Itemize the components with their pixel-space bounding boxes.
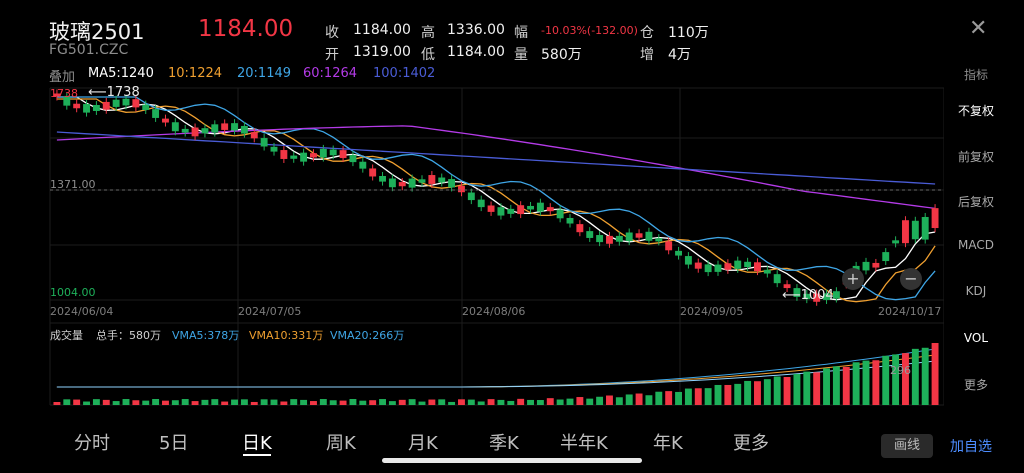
- tab-quarter-k[interactable]: 季K: [489, 429, 519, 455]
- chart-grid: [49, 87, 944, 406]
- vma20-label: VMA20:266万: [330, 329, 405, 342]
- high-marker-value: 1738: [106, 85, 140, 100]
- zoom-out-button[interactable]: −: [900, 268, 922, 290]
- svg-text:−: −: [904, 269, 917, 288]
- low-marker-label: ⟵1004: [782, 288, 834, 303]
- svg-text:+: +: [846, 269, 859, 288]
- active-tab-indicator: [243, 454, 271, 456]
- side-more[interactable]: 更多: [936, 376, 1016, 393]
- volume-marker: 296: [890, 364, 911, 377]
- tab-month-k[interactable]: 月K: [408, 429, 438, 455]
- volume-total: 总手：580万: [96, 329, 161, 342]
- tab-intraday[interactable]: 分时: [74, 429, 110, 455]
- side-forward-adjust[interactable]: 前复权: [936, 148, 1016, 165]
- zoom-in-button[interactable]: +: [842, 268, 864, 290]
- low-price-label: 1004.00: [50, 286, 96, 299]
- side-kdj[interactable]: KDJ: [936, 284, 1016, 298]
- date-label-3: 2024/09/05: [680, 305, 744, 318]
- tab-5day[interactable]: 5日: [159, 429, 188, 455]
- tab-day-k[interactable]: 日K: [242, 429, 272, 455]
- date-label-1: 2024/07/05: [238, 305, 302, 318]
- ref-price-label: 1371.00: [50, 178, 96, 191]
- chart-top-label: 1738: [50, 87, 78, 100]
- vma10-label: VMA10:331万: [249, 329, 324, 342]
- date-label-0: 2024/06/04: [50, 305, 114, 318]
- close-icon[interactable]: ✕: [969, 16, 987, 41]
- home-indicator: [382, 458, 642, 463]
- side-vol[interactable]: VOL: [936, 331, 1016, 345]
- ma-lines: [56, 96, 936, 303]
- tab-year-k[interactable]: 年K: [653, 429, 683, 455]
- side-backward-adjust[interactable]: 后复权: [936, 193, 1016, 210]
- date-label-4: 2024/10/17: [878, 305, 942, 318]
- date-label-2: 2024/08/06: [462, 305, 526, 318]
- side-indicator-title[interactable]: 指标: [936, 66, 1016, 83]
- side-macd[interactable]: MACD: [936, 238, 1016, 252]
- add-watchlist-button[interactable]: 加自选: [950, 436, 992, 456]
- tab-week-k[interactable]: 周K: [326, 429, 356, 455]
- volume-title: 成交量: [50, 329, 83, 342]
- kline-chart[interactable]: + −: [0, 0, 944, 420]
- tab-halfyear-k[interactable]: 半年K: [560, 429, 608, 455]
- side-no-adjust[interactable]: 不复权: [936, 102, 1016, 119]
- low-marker-value: 1004: [800, 288, 834, 303]
- vma5-label: VMA5:378万: [172, 329, 240, 342]
- draw-line-button[interactable]: 画线: [881, 434, 933, 458]
- tab-more[interactable]: 更多: [733, 429, 769, 455]
- candles: [53, 89, 939, 306]
- volume-bars: [53, 343, 939, 405]
- high-marker-label: ⟵1738: [88, 85, 140, 100]
